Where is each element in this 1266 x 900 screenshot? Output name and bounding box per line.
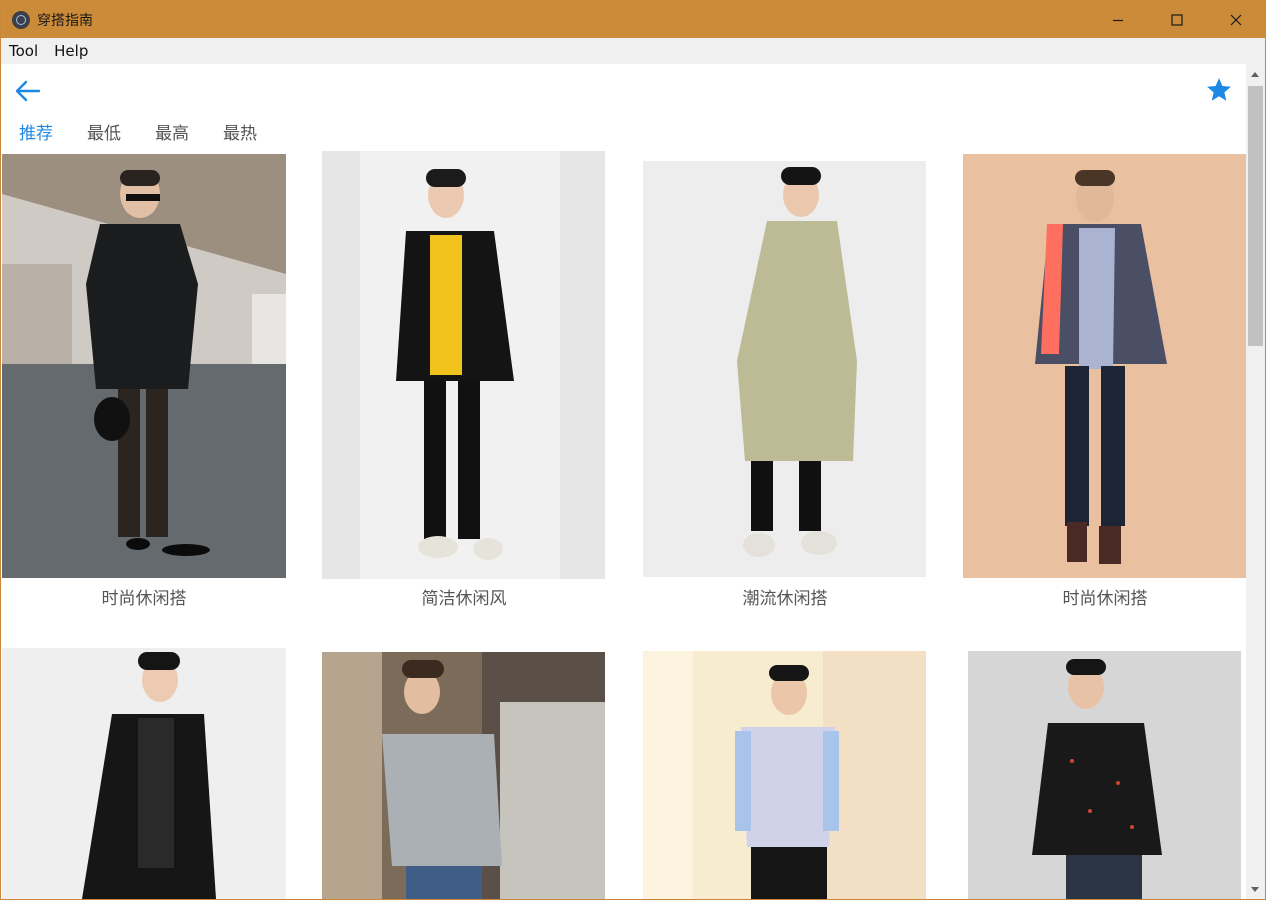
arrow-left-icon xyxy=(15,80,41,102)
sort-tabs: 推荐 最低 最高 最热 xyxy=(19,119,291,144)
outfit-caption: 简洁休闲风 xyxy=(421,589,507,609)
window-title: 穿搭指南 xyxy=(37,12,93,29)
maximize-button[interactable] xyxy=(1148,1,1206,38)
outfit-caption: 潮流休闲搭 xyxy=(742,589,828,609)
menu-bar: Tool Help xyxy=(1,38,1265,64)
outfit-caption: 时尚休闲搭 xyxy=(101,589,187,609)
outfit-photo[interactable] xyxy=(963,154,1246,578)
outfit-photo[interactable] xyxy=(968,651,1241,899)
star-icon xyxy=(1207,78,1231,101)
menu-help[interactable]: Help xyxy=(46,42,96,60)
outfit-card[interactable]: 简洁休闲风 xyxy=(322,151,606,614)
close-icon xyxy=(1230,14,1242,25)
scroll-thumb[interactable] xyxy=(1248,86,1263,346)
outfit-photo[interactable] xyxy=(643,651,926,899)
outfit-photo[interactable] xyxy=(2,648,286,899)
close-button[interactable] xyxy=(1207,1,1265,38)
outfit-card[interactable]: 时尚休闲搭 xyxy=(2,154,286,614)
outfit-card[interactable]: 时尚休闲搭 xyxy=(963,154,1246,614)
tab-hottest[interactable]: 最热 xyxy=(223,119,257,144)
outfit-photo[interactable] xyxy=(322,151,605,579)
title-bar: 穿搭指南 xyxy=(1,1,1265,38)
outfit-photo[interactable] xyxy=(643,161,926,577)
minimize-button[interactable] xyxy=(1089,1,1147,38)
tab-recommended[interactable]: 推荐 xyxy=(19,119,53,144)
back-button[interactable] xyxy=(15,79,41,103)
minimize-icon xyxy=(1113,19,1123,21)
favorite-button[interactable] xyxy=(1205,76,1233,104)
vertical-scrollbar[interactable] xyxy=(1246,64,1265,899)
app-window: 穿搭指南 Tool Help 推荐 最低 最高 最热 时尚休闲搭 简洁休闲风 潮… xyxy=(0,0,1266,900)
outfit-photo[interactable] xyxy=(2,154,286,578)
tab-highest[interactable]: 最高 xyxy=(155,119,189,144)
tab-lowest[interactable]: 最低 xyxy=(87,119,121,144)
outfit-photo[interactable] xyxy=(322,652,605,899)
main-content: 推荐 最低 最高 最热 时尚休闲搭 简洁休闲风 潮流休闲搭 时尚休闲搭 xyxy=(1,64,1246,899)
scroll-up-icon[interactable] xyxy=(1251,72,1259,77)
scroll-down-icon[interactable] xyxy=(1251,887,1259,892)
outfit-caption: 时尚休闲搭 xyxy=(1062,589,1148,609)
menu-tool[interactable]: Tool xyxy=(1,42,46,60)
maximize-icon xyxy=(1171,13,1183,26)
app-logo-icon xyxy=(12,10,30,29)
outfit-card[interactable]: 潮流休闲搭 xyxy=(643,161,927,614)
